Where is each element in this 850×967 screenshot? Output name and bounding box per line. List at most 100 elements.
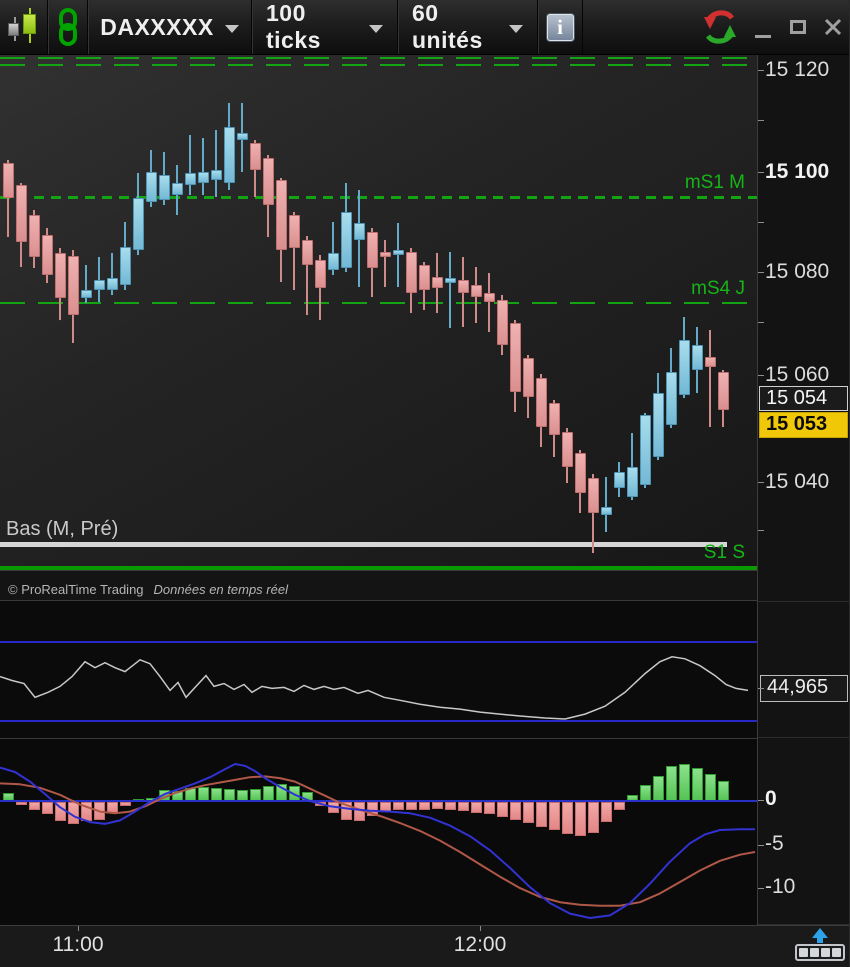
candle-body xyxy=(2,162,14,198)
price-tick: 15 100 xyxy=(765,160,830,183)
candle-body xyxy=(67,255,79,315)
macd-panel[interactable] xyxy=(0,738,757,925)
candle-body xyxy=(106,278,118,291)
chain-link-icon xyxy=(58,8,77,46)
candle-wick xyxy=(384,240,386,288)
axis-tick xyxy=(758,120,764,121)
link-button[interactable] xyxy=(48,0,88,54)
candle-body xyxy=(327,252,339,270)
axis-tick xyxy=(758,800,764,801)
candle-body xyxy=(93,280,105,291)
price-axis: 15 120 15 100 15 080 15 060 15 040 15 05… xyxy=(757,55,849,925)
rsi-value-box: 44,965 xyxy=(760,675,848,702)
units-label: 60 unités xyxy=(412,0,483,53)
candle-body xyxy=(418,264,430,291)
axis-tick xyxy=(758,845,764,846)
candlestick-icon xyxy=(2,4,46,50)
maximize-button[interactable] xyxy=(780,0,815,54)
close-button[interactable] xyxy=(815,0,849,54)
expand-toolbar-button[interactable] xyxy=(795,928,845,961)
candle-body xyxy=(41,235,53,275)
candle-wick xyxy=(488,273,490,333)
time-label: 11:00 xyxy=(52,933,104,956)
candle-body xyxy=(483,293,495,302)
candle-body xyxy=(613,472,625,489)
minimize-icon xyxy=(754,34,771,38)
refresh-icon xyxy=(704,10,736,44)
candle-body xyxy=(119,246,131,286)
candle-body xyxy=(535,378,547,428)
instrument-dropdown[interactable]: DAXXXXX xyxy=(88,0,252,54)
candle-body xyxy=(236,133,248,141)
candle-body xyxy=(288,214,300,248)
rsi-panel[interactable] xyxy=(0,601,757,737)
time-label: 12:00 xyxy=(453,933,507,956)
candle-body xyxy=(522,357,534,398)
candle-body xyxy=(223,127,235,184)
copyright-brand: © ProRealTime Trading xyxy=(8,582,144,597)
candle-body xyxy=(561,432,573,467)
axis-tick xyxy=(758,222,764,223)
candle-body xyxy=(509,323,521,393)
candle-body xyxy=(678,340,690,396)
candle-body xyxy=(366,232,378,268)
macd-lines xyxy=(0,763,756,919)
candle-body xyxy=(54,252,66,298)
candle-body xyxy=(574,452,586,494)
candle-body xyxy=(639,414,651,486)
candle-wick xyxy=(605,477,607,532)
price-tick: 15 080 xyxy=(765,260,830,283)
secondary-price-marker: 15 054 xyxy=(759,386,848,411)
refresh-button[interactable] xyxy=(695,0,745,54)
axis-tick xyxy=(758,272,764,273)
candle-body xyxy=(717,372,729,410)
timeframe-label: 100 ticks xyxy=(266,0,321,53)
candle-body xyxy=(587,478,599,513)
panel-squares-icon xyxy=(795,944,845,961)
macd-axis-label: -10 xyxy=(765,875,796,898)
axis-tick xyxy=(758,888,764,889)
copyright-bar: © ProRealTime Trading Données en temps r… xyxy=(0,570,757,601)
candle-body xyxy=(457,280,469,294)
candle-body xyxy=(392,249,404,255)
candle-body xyxy=(600,506,612,515)
level-line-mS1-M xyxy=(0,195,757,199)
axis-tick xyxy=(758,322,764,323)
copyright-note: Données en temps réel xyxy=(153,582,288,597)
chevron-down-icon xyxy=(509,25,523,33)
time-axis: 11:00 12:00 xyxy=(0,925,849,967)
candle-body xyxy=(80,290,92,298)
maximize-icon xyxy=(789,20,806,34)
units-dropdown[interactable]: 60 unités xyxy=(398,0,538,54)
trading-window: DAXXXXX 100 ticks 60 unités i 15 120 15 … xyxy=(0,0,850,967)
price-tick: 15 120 xyxy=(765,58,830,81)
level-line-S1-S xyxy=(0,565,757,570)
minimize-button[interactable] xyxy=(745,0,780,54)
candle-body xyxy=(28,214,40,257)
candle-body xyxy=(444,278,456,284)
candle-body xyxy=(262,157,274,205)
candle-body xyxy=(405,251,417,294)
candle-chart[interactable]: mS1 M mS4 J Bas (M, Pré) S1 S xyxy=(0,55,757,570)
chevron-down-icon xyxy=(369,25,383,33)
candle-body xyxy=(431,277,443,289)
candle-wick xyxy=(449,251,451,329)
axis-tick xyxy=(758,172,764,173)
candle-body xyxy=(652,393,664,457)
time-tick xyxy=(480,926,481,931)
arrow-up-icon xyxy=(812,928,828,938)
chart-style-button[interactable] xyxy=(0,0,48,54)
candle-body xyxy=(665,372,677,425)
candle-wick xyxy=(709,330,711,428)
level-line xyxy=(0,63,757,66)
axis-tick xyxy=(758,530,764,531)
candle-body xyxy=(704,356,716,367)
rsi-line xyxy=(0,656,749,720)
timeframe-dropdown[interactable]: 100 ticks xyxy=(252,0,398,54)
candle-body xyxy=(197,172,209,184)
candle-body xyxy=(145,172,157,202)
candle-body xyxy=(626,466,638,498)
candle-wick xyxy=(215,130,217,197)
info-button[interactable]: i xyxy=(538,0,583,54)
